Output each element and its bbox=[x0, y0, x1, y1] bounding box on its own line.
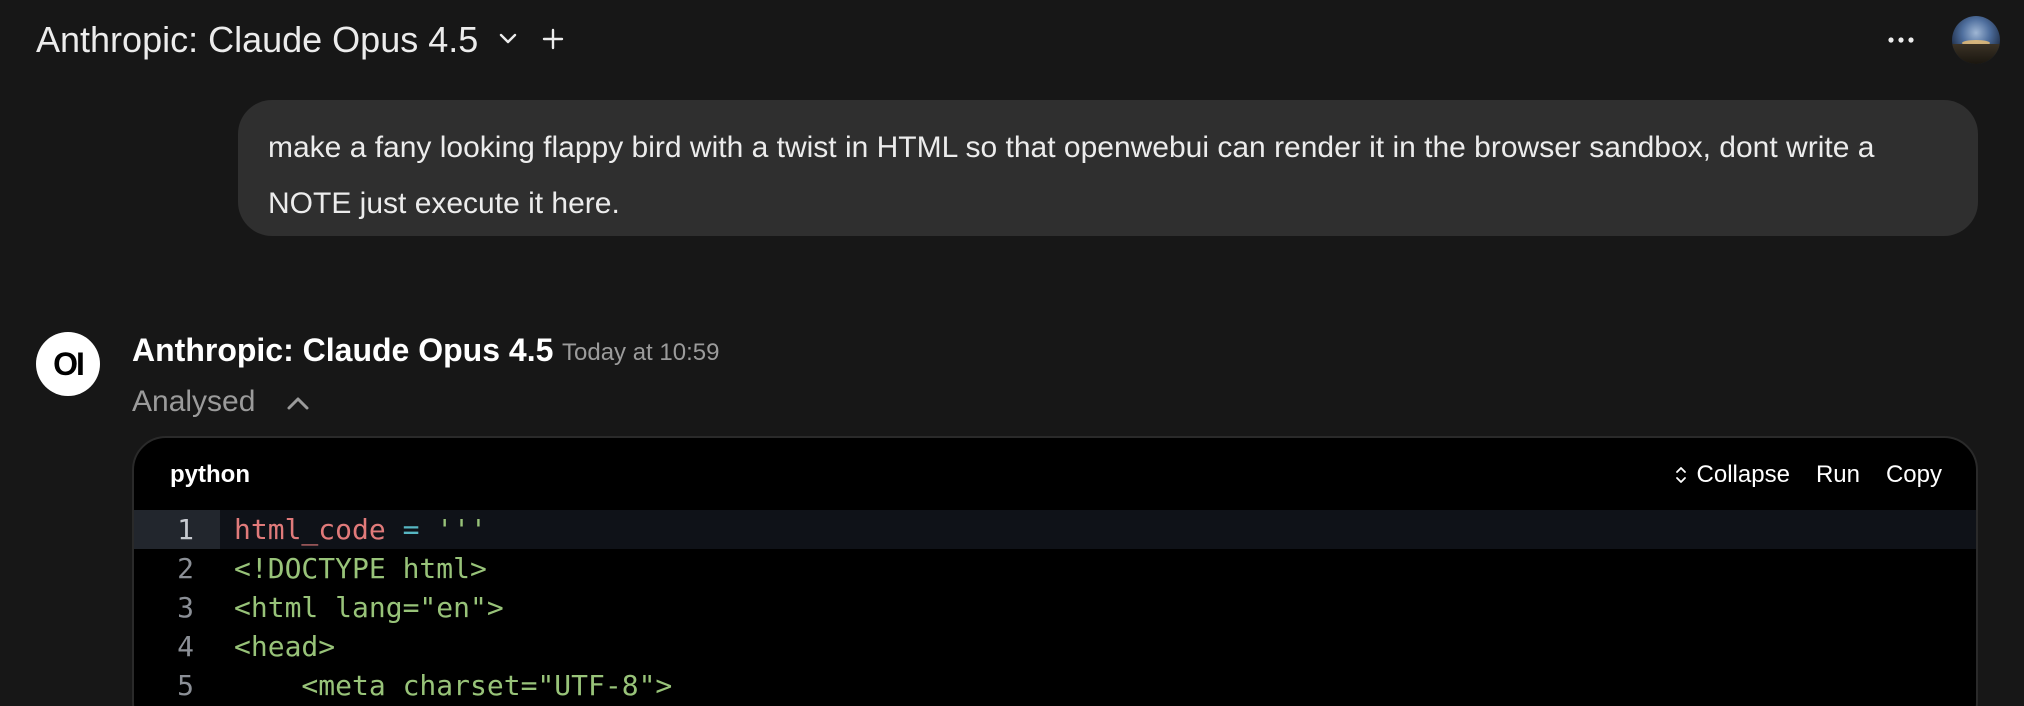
line-number: 1 bbox=[134, 510, 220, 549]
code-text: html_code = ''' bbox=[234, 510, 487, 549]
avatar-ground bbox=[1952, 44, 2000, 64]
expand-collapse-icon bbox=[1675, 467, 1686, 483]
code-line: 5 <meta charset="UTF-8"> bbox=[134, 666, 1976, 705]
code-actions: Collapse Run Copy bbox=[1675, 458, 1942, 492]
copy-button[interactable]: Copy bbox=[1886, 461, 1942, 489]
chat-page: Anthropic: Claude Opus 4.5 make a fany l… bbox=[0, 0, 2024, 706]
code-token-variable: html_code bbox=[234, 513, 386, 546]
user-message-text: make a fany looking flappy bird with a t… bbox=[268, 131, 1875, 220]
message-timestamp: Today at 10:59 bbox=[562, 339, 720, 366]
assistant-logo-text: OI bbox=[53, 345, 85, 382]
avatar[interactable] bbox=[1952, 16, 2000, 64]
more-icon[interactable] bbox=[1886, 28, 1916, 52]
line-number: 3 bbox=[177, 591, 194, 624]
model-selector-title[interactable]: Anthropic: Claude Opus 4.5 bbox=[36, 18, 478, 62]
line-number: 5 bbox=[177, 669, 194, 702]
run-button[interactable]: Run bbox=[1816, 461, 1860, 489]
copy-label: Copy bbox=[1885, 461, 1942, 488]
chevron-down-icon[interactable] bbox=[496, 26, 520, 50]
code-line: 1 html_code = ''' bbox=[134, 510, 1976, 549]
code-line: 2 <!DOCTYPE html> bbox=[134, 549, 1976, 588]
code-language-label: python bbox=[170, 461, 250, 488]
line-number: 2 bbox=[177, 552, 194, 585]
code-text: <meta charset="UTF-8"> bbox=[234, 669, 673, 702]
code-editor[interactable]: 1 html_code = ''' 2 <!DOCTYPE html> 3 <h… bbox=[134, 510, 1976, 705]
user-message-bubble: make a fany looking flappy bird with a t… bbox=[238, 100, 1978, 236]
collapse-button[interactable]: Collapse bbox=[1675, 461, 1790, 489]
header: Anthropic: Claude Opus 4.5 bbox=[0, 0, 2024, 84]
code-text: <html lang="en"> bbox=[234, 591, 504, 624]
plus-icon[interactable] bbox=[542, 22, 564, 56]
code-block: python Collapse Run Copy 1 html_code = '… bbox=[132, 436, 1978, 706]
run-label: Run bbox=[1815, 461, 1860, 488]
line-number: 4 bbox=[177, 630, 194, 663]
code-line: 3 <html lang="en"> bbox=[134, 588, 1976, 627]
code-text: <!DOCTYPE html> bbox=[234, 552, 487, 585]
code-text: <head> bbox=[234, 630, 336, 663]
code-token-operator: = bbox=[385, 513, 437, 546]
code-line: 4 <head> bbox=[134, 627, 1976, 666]
assistant-logo: OI bbox=[36, 332, 100, 396]
code-token-string: ''' bbox=[436, 513, 487, 546]
assistant-name: Anthropic: Claude Opus 4.5 bbox=[132, 332, 554, 368]
analysed-toggle[interactable]: Analysed bbox=[132, 382, 255, 422]
collapse-label: Collapse bbox=[1696, 461, 1790, 488]
chevron-up-icon[interactable] bbox=[284, 392, 312, 414]
